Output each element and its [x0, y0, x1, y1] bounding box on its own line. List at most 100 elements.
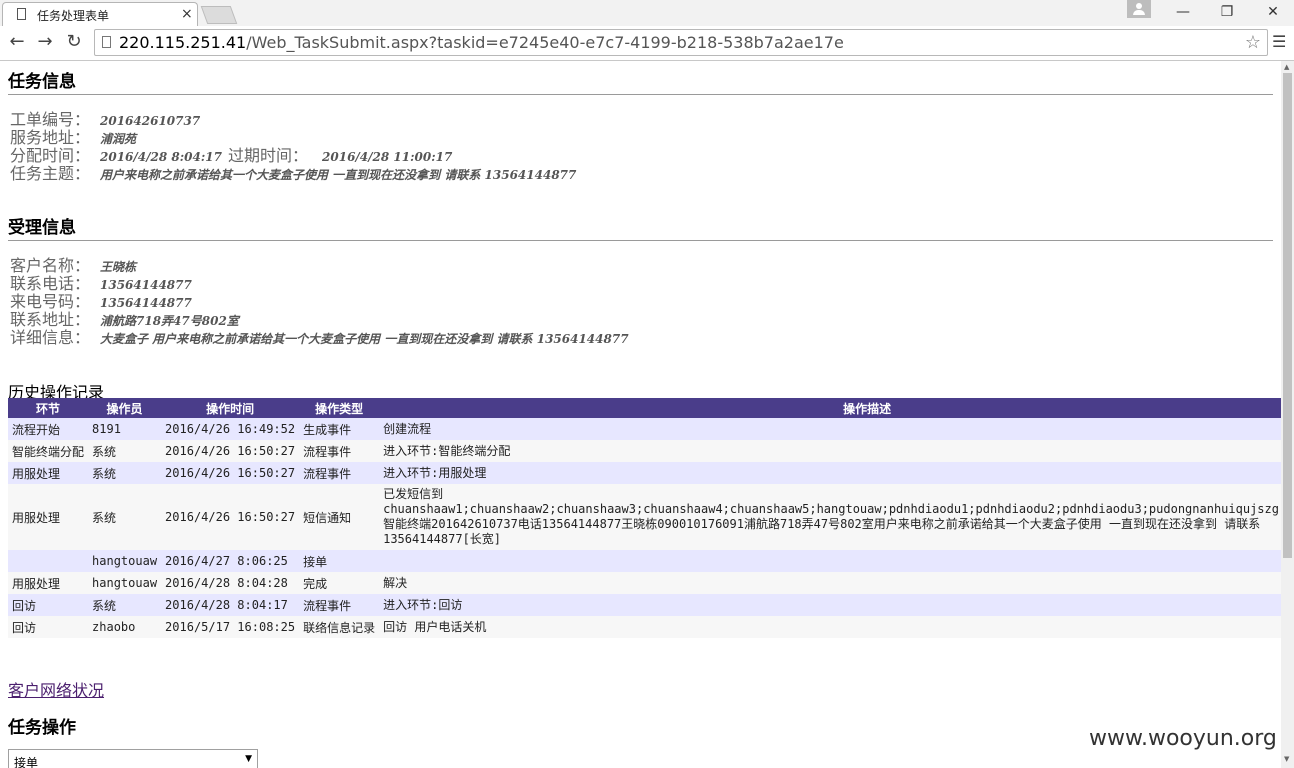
- subject-row: 任务主题： 用户来电称之前承诺给其一个大麦盒子使用 一直到现在还没拿到 请联系 1…: [10, 160, 576, 183]
- new-tab-button[interactable]: [200, 6, 238, 24]
- phone-row: 联系电话： 13564144877: [10, 270, 192, 293]
- cell-description: [379, 550, 1281, 572]
- cell-type: 生成事件: [299, 418, 380, 440]
- history-header-row: 环节 操作员 操作时间 操作类型 操作描述: [8, 398, 1281, 418]
- page-content: 任务信息 工单编号： 201642610737 服务地址： 浦润苑 分配时间： 201…: [0, 61, 1281, 768]
- cell-operator: hangtouaw: [88, 572, 162, 594]
- divider: [8, 240, 1273, 241]
- header-stage: 环节: [8, 398, 89, 418]
- divider: [8, 94, 1273, 95]
- browser-toolbar: ← → ↻ 220.115.251.41/Web_TaskSubmit.aspx…: [0, 26, 1294, 61]
- hamburger-menu-icon[interactable]: ☰: [1272, 33, 1288, 51]
- table-row: 用服处理 系统 2016/4/26 16:50:27 流程事件 进入环节:用服处…: [8, 462, 1281, 484]
- contact-address-row: 联系地址： 浦航路718弄47号802室: [10, 306, 239, 329]
- watermark-text: www.wooyun.org: [1089, 726, 1277, 751]
- back-arrow-icon[interactable]: ←: [6, 31, 28, 53]
- table-row: 回访 zhaobo 2016/5/17 16:08:25 联络信息记录 回访 用…: [8, 616, 1281, 638]
- cell-operator: 系统: [88, 462, 162, 484]
- select-value: 接单: [14, 756, 39, 768]
- cell-type: 联络信息记录: [299, 616, 380, 638]
- task-operation-title: 任务操作: [8, 718, 76, 738]
- cell-time: 2016/5/17 16:08:25: [161, 616, 300, 638]
- tab-close-icon[interactable]: ×: [181, 6, 193, 22]
- address-row: 服务地址： 浦润苑: [10, 124, 136, 147]
- cell-stage: [8, 550, 89, 572]
- table-row: 流程开始 8191 2016/4/26 16:49:52 生成事件 创建流程: [8, 418, 1281, 440]
- cell-time: 2016/4/26 16:49:52: [161, 418, 300, 440]
- cell-description: 解决: [379, 572, 1281, 594]
- table-row: 用服处理 hangtouaw 2016/4/28 8:04:28 完成 解决: [8, 572, 1281, 594]
- cell-type: 完成: [299, 572, 380, 594]
- cell-description: 创建流程: [379, 418, 1281, 440]
- minimize-icon[interactable]: —: [1168, 2, 1198, 22]
- task-info-title: 任务信息: [8, 72, 76, 92]
- customer-network-link[interactable]: 客户网络状况: [8, 677, 104, 701]
- cell-time: 2016/4/28 8:04:17: [161, 594, 300, 616]
- bookmark-star-icon[interactable]: ☆: [1245, 32, 1261, 53]
- task-operation-select[interactable]: 接单 ▼: [8, 749, 258, 768]
- cell-time: 2016/4/26 16:50:27: [161, 440, 300, 462]
- caller-row: 来电号码： 13564144877: [10, 288, 192, 311]
- window-close-icon[interactable]: ✕: [1258, 2, 1288, 22]
- cell-type: 流程事件: [299, 440, 380, 462]
- cell-stage: 用服处理: [8, 484, 89, 550]
- header-operator: 操作员: [88, 398, 162, 418]
- cell-stage: 流程开始: [8, 418, 89, 440]
- vertical-scrollbar[interactable]: ▲ ▼: [1281, 61, 1294, 768]
- cell-time: 2016/4/26 16:50:27: [161, 484, 300, 550]
- header-type: 操作类型: [299, 398, 380, 418]
- cell-stage: 用服处理: [8, 462, 89, 484]
- cell-operator: zhaobo: [88, 616, 162, 638]
- cell-operator: hangtouaw: [88, 550, 162, 572]
- subject-value: 用户来电称之前承诺给其一个大麦盒子使用 一直到现在还没拿到 请联系 135641…: [100, 168, 577, 182]
- cell-description: 进入环节:回访: [379, 594, 1281, 616]
- table-row: 回访 系统 2016/4/28 8:04:17 流程事件 进入环节:回访: [8, 594, 1281, 616]
- detail-label: 详细信息：: [10, 328, 91, 347]
- table-row: 用服处理 系统 2016/4/26 16:50:27 短信通知 已发短信到chu…: [8, 484, 1281, 550]
- document-icon: [17, 8, 26, 20]
- url-text[interactable]: 220.115.251.41/Web_TaskSubmit.aspx?taski…: [119, 33, 844, 52]
- order-no-row: 工单编号： 201642610737: [10, 106, 200, 129]
- header-time: 操作时间: [161, 398, 300, 418]
- cell-description: 进入环节:智能终端分配: [379, 440, 1281, 462]
- time-row: 分配时间： 2016/4/28 8:04:17 过期时间： 2016/4/28 11:…: [10, 142, 452, 165]
- cell-operator: 8191: [88, 418, 162, 440]
- cell-type: 接单: [299, 550, 380, 572]
- dropdown-arrow-icon: ▼: [245, 754, 252, 764]
- subject-label: 任务主题：: [10, 164, 91, 183]
- cell-time: 2016/4/26 16:50:27: [161, 462, 300, 484]
- page-icon: [102, 36, 111, 48]
- maximize-icon[interactable]: ❐: [1212, 2, 1242, 22]
- scroll-up-icon[interactable]: ▲: [1284, 63, 1289, 71]
- customer-row: 客户名称： 王晓栋: [10, 252, 136, 275]
- cell-stage: 用服处理: [8, 572, 89, 594]
- address-bar[interactable]: 220.115.251.41/Web_TaskSubmit.aspx?taski…: [94, 29, 1268, 56]
- browser-titlebar: 任务处理表单 × — ❐ ✕: [0, 0, 1294, 26]
- reload-icon[interactable]: ↻: [63, 31, 85, 53]
- scroll-down-icon[interactable]: ▼: [1284, 755, 1289, 763]
- tab-title: 任务处理表单: [37, 9, 110, 23]
- cell-description: 已发短信到chuanshaaw1;chuanshaaw2;chuanshaaw3…: [379, 484, 1281, 550]
- browser-tab[interactable]: 任务处理表单 ×: [2, 2, 198, 26]
- scrollbar-thumb[interactable]: [1283, 73, 1292, 558]
- cell-time: 2016/4/27 8:06:25: [161, 550, 300, 572]
- cell-stage: 智能终端分配: [8, 440, 89, 462]
- cell-operator: 系统: [88, 440, 162, 462]
- cell-time: 2016/4/28 8:04:28: [161, 572, 300, 594]
- table-row: 智能终端分配 系统 2016/4/26 16:50:27 流程事件 进入环节:智…: [8, 440, 1281, 462]
- header-description: 操作描述: [379, 398, 1281, 418]
- cell-type: 流程事件: [299, 462, 380, 484]
- table-row: hangtouaw 2016/4/27 8:06:25 接单: [8, 550, 1281, 572]
- forward-arrow-icon[interactable]: →: [34, 31, 56, 53]
- user-profile-icon[interactable]: [1127, 0, 1151, 18]
- cell-stage: 回访: [8, 594, 89, 616]
- detail-row: 详细信息： 大麦盒子 用户来电称之前承诺给其一个大麦盒子使用 一直到现在还没拿到 …: [10, 324, 629, 347]
- cell-operator: 系统: [88, 484, 162, 550]
- cell-operator: 系统: [88, 594, 162, 616]
- accept-info-title: 受理信息: [8, 218, 76, 238]
- cell-stage: 回访: [8, 616, 89, 638]
- cell-description: 回访 用户电话关机: [379, 616, 1281, 638]
- detail-value: 大麦盒子 用户来电称之前承诺给其一个大麦盒子使用 一直到现在还没拿到 请联系 1…: [100, 332, 629, 346]
- history-table: 环节 操作员 操作时间 操作类型 操作描述 流程开始 8191 2016/4/2…: [8, 398, 1281, 638]
- cell-description: 进入环节:用服处理: [379, 462, 1281, 484]
